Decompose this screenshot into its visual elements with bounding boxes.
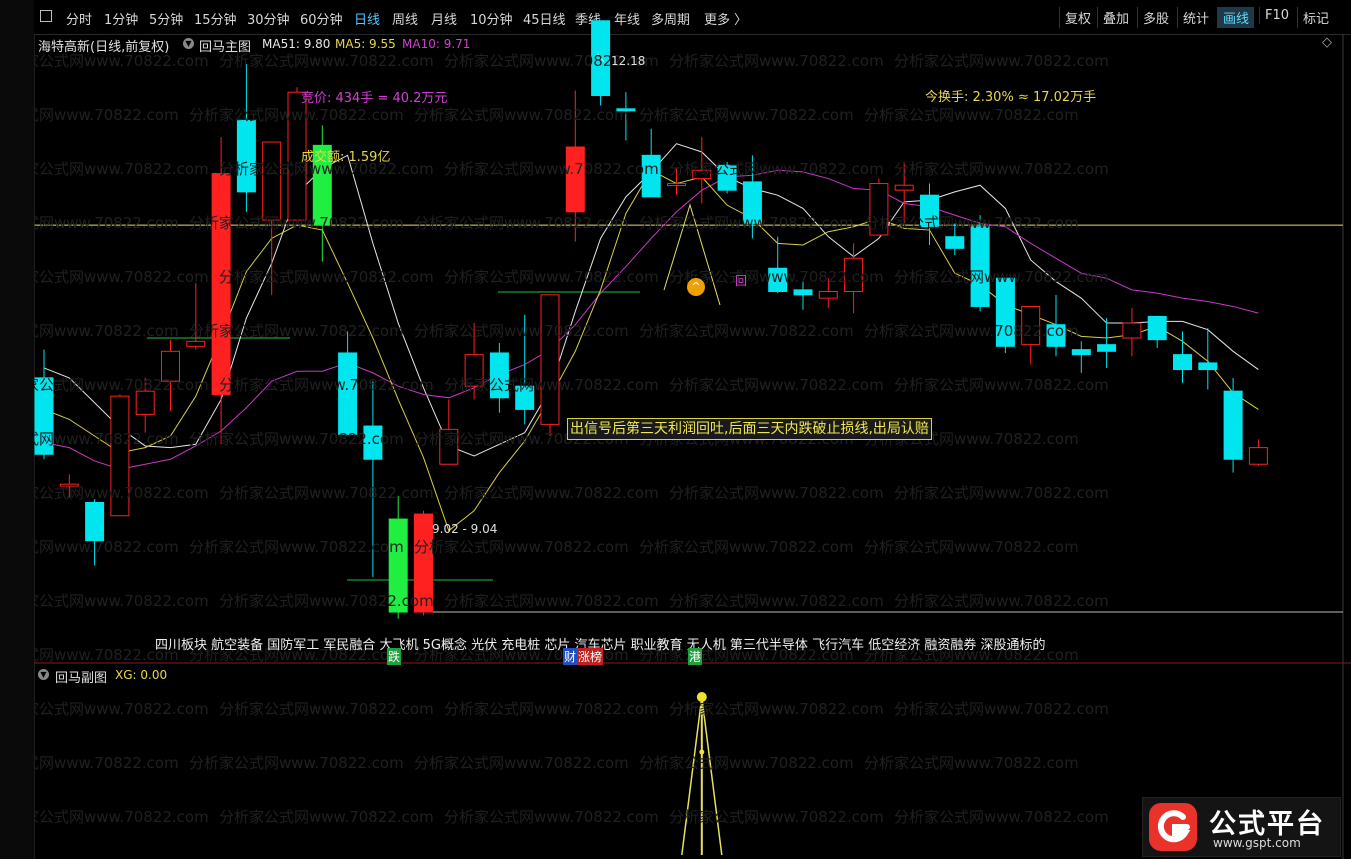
- candle-body: [1097, 344, 1117, 352]
- ma5-label: MA5: 9.55: [335, 37, 396, 51]
- candle-body: [1198, 362, 1218, 371]
- candle-body: [793, 289, 813, 296]
- ma51-label: MA51: 9.80: [262, 37, 331, 51]
- candle-body: [110, 395, 130, 517]
- stock-title: 海特高新(日线,前复权): [38, 40, 170, 55]
- candle-body: [995, 277, 1015, 347]
- xg-signal-dot: [696, 692, 707, 702]
- candle-body: [768, 267, 788, 293]
- callout-text: 回: [735, 274, 748, 288]
- candle-body: [85, 501, 105, 542]
- candle-body: [1248, 447, 1268, 465]
- chevron-down-circle-icon[interactable]: ▼: [183, 38, 194, 49]
- candle-body: [742, 181, 762, 224]
- sub-indicator-name[interactable]: 回马副图: [55, 667, 107, 686]
- callout-marker[interactable]: ^: [687, 278, 705, 296]
- candle-body: [970, 226, 990, 307]
- candle-body: [1046, 324, 1066, 347]
- candle-body: [920, 194, 939, 228]
- candle-body: [489, 352, 509, 399]
- marker-label-zhangbang: 涨榜: [577, 648, 604, 665]
- candle-body: [1223, 390, 1243, 460]
- candle-body: [945, 236, 965, 249]
- candle-body: [667, 183, 686, 187]
- candle-body: [1173, 354, 1192, 371]
- candle-body: [186, 340, 206, 347]
- candle-body: [515, 385, 535, 410]
- candle-body: [894, 184, 914, 191]
- turnover-rate: 今换手: 2.30% ≈ 17.02万手: [925, 90, 1097, 105]
- candle-body: [1071, 349, 1091, 356]
- candle-body: [717, 164, 737, 191]
- candle-body: [818, 291, 838, 299]
- low-price-label: 9.02 - 9.04: [432, 522, 498, 536]
- g-logo-icon: [1149, 803, 1197, 851]
- candle-body: [1122, 322, 1142, 339]
- candle-body: [338, 352, 358, 435]
- candle-body: [236, 119, 256, 193]
- marker-label-gang: 港: [688, 648, 703, 665]
- marker-label-cai: 财: [563, 648, 578, 665]
- candle-body: [388, 518, 408, 613]
- turnover-amount: 成交额: 1.59亿: [301, 150, 391, 165]
- candle-body: [161, 350, 180, 382]
- candle-body: [439, 428, 459, 465]
- candle-body: [211, 173, 231, 395]
- candle-body: [34, 377, 54, 455]
- candle-body: [262, 141, 282, 221]
- candle-body: [363, 425, 383, 460]
- chevron-down-circle-icon[interactable]: ▼: [38, 669, 49, 680]
- candle-body: [464, 354, 484, 387]
- xg-label: XG: 0.00: [115, 668, 168, 682]
- candle-body: [692, 169, 712, 180]
- marker-label-die: 跌: [387, 648, 402, 665]
- high-price-label: 12.18: [611, 54, 646, 68]
- candle-body: [844, 257, 864, 293]
- candle-body: [135, 390, 155, 415]
- candle-body: [616, 108, 636, 112]
- candle-body: [565, 146, 585, 213]
- gspt-logo: 公式平台 www.gspt.com: [1142, 797, 1341, 857]
- xg-signal-dot: [699, 749, 705, 755]
- candle-body: [59, 483, 79, 487]
- signal-tip-box: 出信号后第三天利润回吐,后面三天内跌破止损线,出局认赔: [567, 418, 932, 440]
- candle-body: [414, 513, 433, 613]
- ma10-label: MA10: 9.71: [402, 37, 471, 51]
- diamond-icon[interactable]: ◇: [1322, 35, 1332, 50]
- bid-text: 竞价: 434手 = 40.2万元: [301, 91, 448, 106]
- candle-body: [540, 294, 560, 425]
- candle-body: [1021, 305, 1041, 346]
- candle-body: [869, 183, 889, 236]
- logo-url: www.gspt.com: [1213, 836, 1301, 850]
- main-indicator-name[interactable]: 回马主图: [199, 36, 251, 55]
- candle-body: [641, 154, 661, 198]
- candle-body: [1147, 315, 1167, 341]
